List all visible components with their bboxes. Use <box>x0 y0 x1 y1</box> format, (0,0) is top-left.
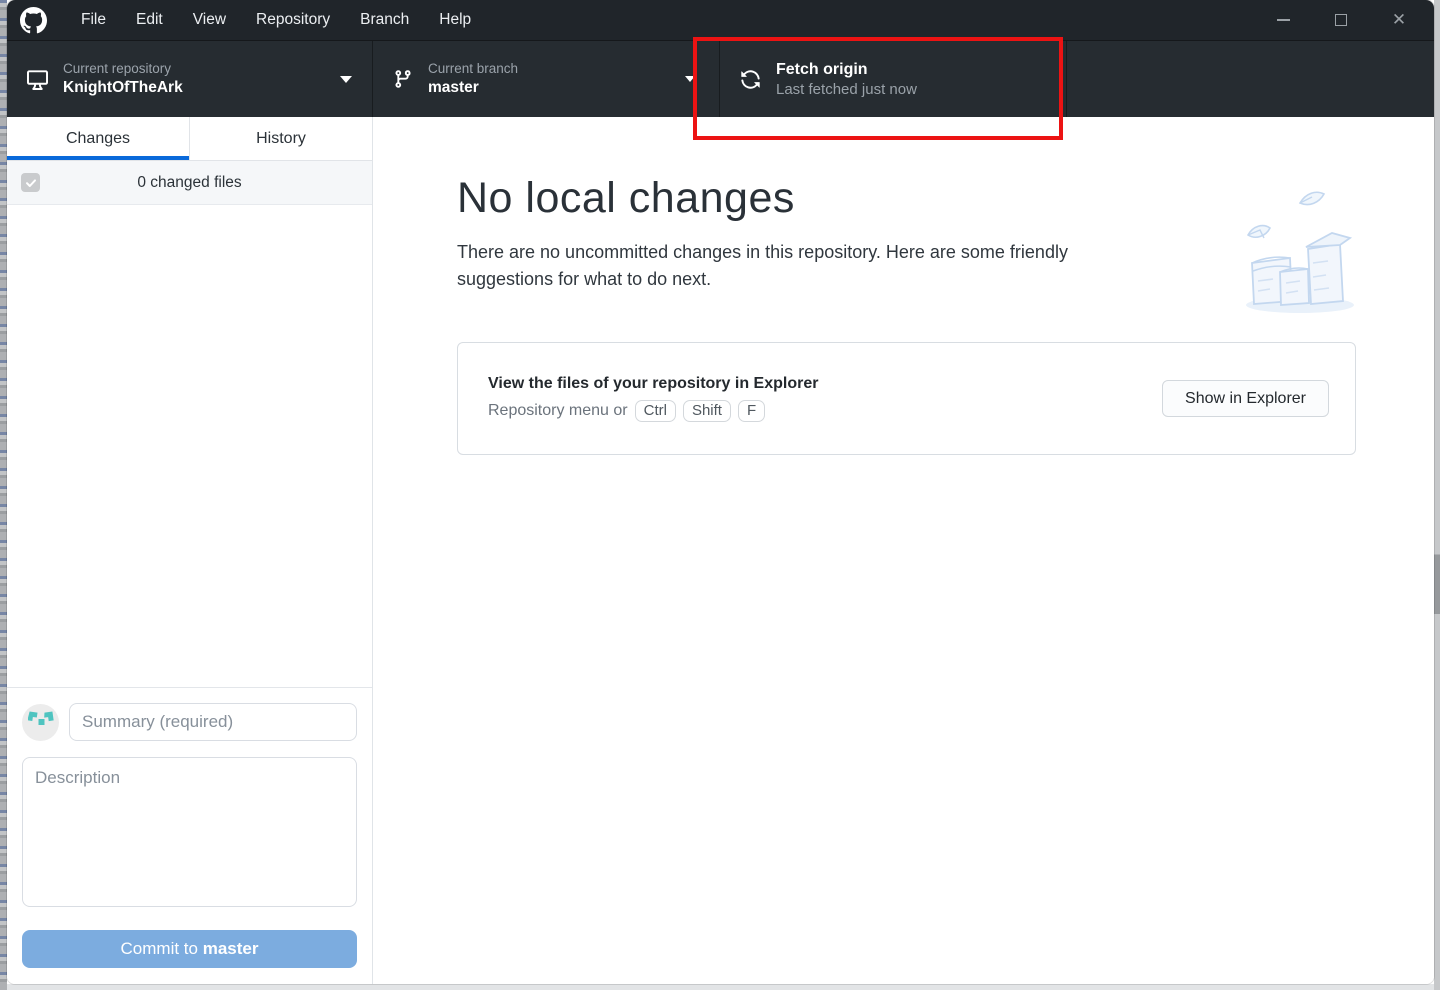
maximize-icon <box>1335 14 1347 26</box>
menu-view[interactable]: View <box>178 0 241 40</box>
commit-form: Commit to master <box>7 687 372 984</box>
current-repository-name: KnightOfTheArk <box>63 79 183 96</box>
background-window-bottom-sliver <box>7 984 1434 990</box>
minimize-button[interactable] <box>1254 0 1312 40</box>
identicon-icon <box>27 711 54 725</box>
chevron-down-icon <box>340 76 352 83</box>
sync-icon <box>740 69 761 90</box>
current-branch-label: Current branch <box>428 61 519 76</box>
sidebar: Changes History 0 changed files Summary … <box>7 117 373 984</box>
kbd-ctrl: Ctrl <box>634 400 676 422</box>
commit-to-master-button[interactable]: Commit to master <box>22 930 357 968</box>
tab-history[interactable]: History <box>190 117 372 160</box>
summary-input[interactable] <box>69 703 357 741</box>
current-repository-dropdown[interactable]: Current repository KnightOfTheArk <box>7 41 373 117</box>
tab-changes[interactable]: Changes <box>7 117 190 160</box>
menu-file[interactable]: File <box>66 0 121 40</box>
active-tab-underline <box>7 156 189 160</box>
suggestion-card: View the files of your repository in Exp… <box>457 342 1356 455</box>
menu-repository[interactable]: Repository <box>241 0 345 40</box>
kbd-f: F <box>737 400 766 422</box>
show-in-explorer-button[interactable]: Show in Explorer <box>1162 380 1329 417</box>
menu-bar: File Edit View Repository Branch Help <box>66 0 486 40</box>
menu-branch[interactable]: Branch <box>345 0 424 40</box>
user-avatar <box>22 703 59 741</box>
current-branch-name: master <box>428 79 479 96</box>
fetch-origin-button[interactable]: Fetch origin Last fetched just now <box>720 41 1067 117</box>
github-desktop-window: File Edit View Repository Branch Help ✕ … <box>7 0 1434 984</box>
changed-files-row: 0 changed files <box>7 161 372 205</box>
maximize-button[interactable] <box>1312 0 1370 40</box>
github-logo-icon <box>20 6 47 33</box>
minimize-icon <box>1276 19 1290 21</box>
titlebar: File Edit View Repository Branch Help ✕ <box>7 0 1434 40</box>
fetch-origin-title: Fetch origin <box>776 60 868 78</box>
fetch-origin-subtitle: Last fetched just now <box>776 80 917 98</box>
description-input[interactable] <box>22 757 357 907</box>
commit-button-branch: master <box>202 939 259 958</box>
menu-edit[interactable]: Edit <box>121 0 178 40</box>
background-window-right-sliver <box>1434 0 1440 990</box>
toolbar: Current repository KnightOfTheArk Curren… <box>7 40 1434 117</box>
page-subtitle: There are no uncommitted changes in this… <box>457 242 1068 289</box>
git-branch-icon <box>393 69 413 89</box>
kbd-shift: Shift <box>682 400 731 422</box>
menu-help[interactable]: Help <box>424 0 486 40</box>
suggestion-card-title: View the files of your repository in Exp… <box>488 375 819 392</box>
background-window-left-sliver <box>0 0 7 990</box>
changes-list-empty-area <box>7 205 372 687</box>
background-text-smudge <box>27 985 855 989</box>
current-repository-label: Current repository <box>63 61 172 76</box>
device-desktop-icon <box>27 69 48 90</box>
commit-button-prefix: Commit to <box>120 939 203 958</box>
close-icon: ✕ <box>1391 10 1407 29</box>
sidebar-tabs: Changes History <box>7 117 372 161</box>
main-content: No local changes There are no uncommitte… <box>373 117 1434 984</box>
chevron-down-icon <box>685 76 695 82</box>
window-controls: ✕ <box>1254 0 1428 40</box>
toolbar-empty-area <box>1067 41 1434 117</box>
paper-stack-illustration <box>1246 191 1354 313</box>
suggestion-card-hint: Repository menu or <box>488 402 628 419</box>
tab-history-label: History <box>256 129 306 147</box>
close-button[interactable]: ✕ <box>1370 0 1428 40</box>
current-branch-dropdown[interactable]: Current branch master <box>373 41 720 117</box>
changed-files-count: 0 changed files <box>137 173 242 191</box>
tab-changes-label: Changes <box>65 129 131 147</box>
